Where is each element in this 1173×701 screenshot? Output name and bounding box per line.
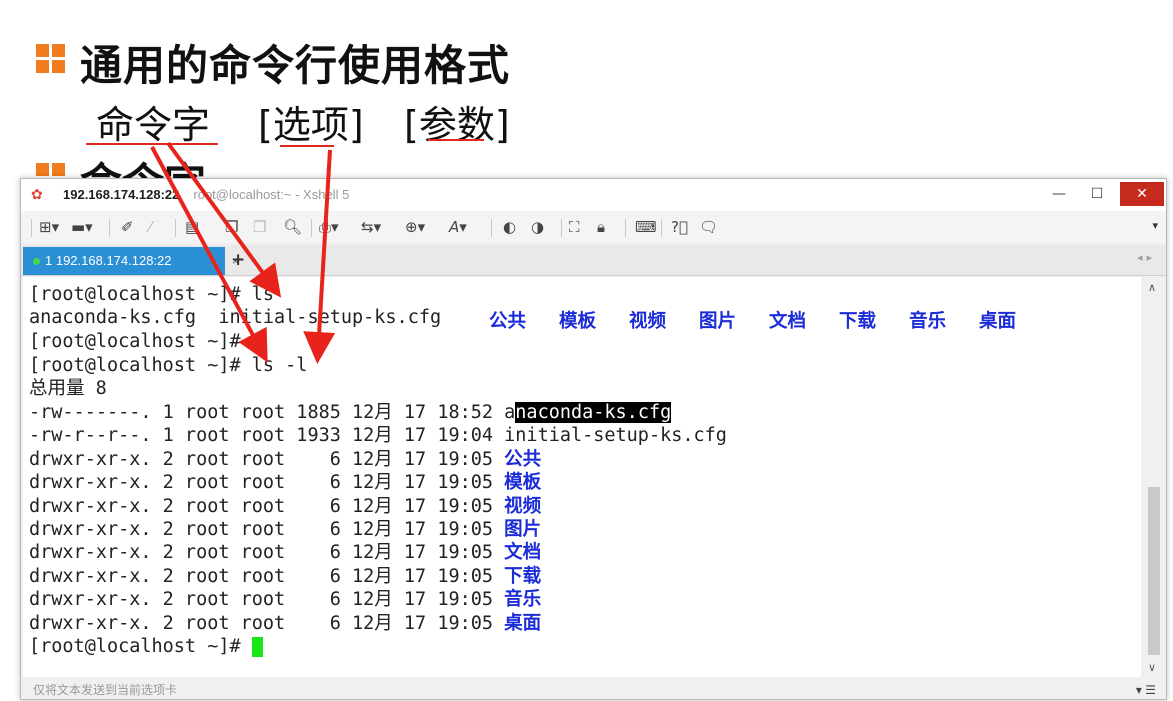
toolbar-separator <box>31 219 32 237</box>
command-underline <box>86 143 218 145</box>
maximize-button[interactable]: ☐ <box>1082 182 1112 206</box>
minimize-button[interactable]: — <box>1044 182 1074 206</box>
terminal-line: [root@localhost ~]# ls <box>29 284 275 305</box>
tab-label: 1 192.168.174.128:22 <box>45 253 172 268</box>
tab-scroll-arrows-icon[interactable]: ◂▸ <box>1137 251 1156 264</box>
selected-text: naconda-ks.cfg <box>515 402 672 423</box>
compose-bar[interactable]: 仅将文本发送到当前选项卡 ▾ ☰ <box>21 679 1166 699</box>
file-row: -rw-------. 1 root root 1885 12月 17 18:5… <box>29 402 672 423</box>
print-icon[interactable]: ⎙▾ <box>319 217 339 237</box>
scroll-up-icon[interactable]: ∧ <box>1148 281 1156 294</box>
globe-icon[interactable]: ⊕▾ <box>405 217 425 237</box>
terminal-prompt: [root@localhost ~]# <box>29 635 263 658</box>
toolbar-more-icon[interactable]: ▾ <box>1152 219 1158 232</box>
find-icon[interactable]: 🔍︎ <box>283 217 302 237</box>
close-button[interactable]: ✕ <box>1120 182 1164 206</box>
font-icon[interactable]: A▾ <box>449 217 467 237</box>
terminal-cursor <box>251 637 263 657</box>
syntax-command: 命令字 <box>96 103 211 147</box>
tab-bar: 1 192.168.174.128:22 × + ◂▸ <box>21 245 1166 276</box>
slide-title: 通用的命令行使用格式 <box>80 41 511 90</box>
toolbar-separator <box>625 219 626 237</box>
toolbar-separator <box>561 219 562 237</box>
options-underline <box>280 145 334 147</box>
params-underline <box>428 139 484 141</box>
help-icon[interactable]: ?⃝ <box>671 217 688 237</box>
connected-status-icon <box>33 258 40 265</box>
xshell-logo-icon: ✿ <box>31 187 43 203</box>
add-tab-button[interactable]: + <box>231 247 245 273</box>
terminal-line: 总用量 8 <box>29 378 107 399</box>
script-icon[interactable]: ◑ <box>531 217 544 237</box>
disconnect-icon[interactable]: ✐ <box>121 217 134 237</box>
chat-icon[interactable]: 🗨︎ <box>699 217 718 237</box>
file-row: -rw-r--r--. 1 root root 1933 12月 17 19:0… <box>29 425 727 446</box>
ls-dir-item: 图片 <box>699 311 737 332</box>
dir-row: drwxr-xr-x. 2 root root 6 12月 17 19:05 音… <box>29 589 542 610</box>
window-title-ip: 192.168.174.128:22 <box>63 187 180 202</box>
keyboard-icon[interactable]: ⌨ <box>635 217 657 237</box>
tab-session[interactable]: 1 192.168.174.128:22 × <box>23 247 239 275</box>
lock-icon[interactable]: 🔒︎ <box>597 217 605 237</box>
ls-dir-item: 桌面 <box>979 311 1017 332</box>
fullscreen-icon[interactable]: ⛶ <box>569 217 580 237</box>
scroll-thumb[interactable] <box>1148 487 1160 655</box>
paste-icon[interactable]: ❐ <box>253 217 266 237</box>
ls-files: anaconda-ks.cfg initial-setup-ks.cfg <box>29 307 442 328</box>
ls-dir-item: 公共 <box>489 311 527 332</box>
title-bar[interactable]: ✿ 192.168.174.128:22 root@localhost:~ - X… <box>21 179 1166 211</box>
dir-row: drwxr-xr-x. 2 root root 6 12月 17 19:05 下… <box>29 566 542 587</box>
terminal-output[interactable]: [root@localhost ~]# ls anaconda-ks.cfg i… <box>23 277 1141 677</box>
dir-row: drwxr-xr-x. 2 root root 6 12月 17 19:05 模… <box>29 472 542 493</box>
reconnect-icon[interactable]: ⁄ <box>149 217 152 237</box>
toolbar-separator <box>175 219 176 237</box>
terminal-line: anaconda-ks.cfg initial-setup-ks.cfg <box>29 306 441 329</box>
syntax-options: [选项] <box>258 103 364 147</box>
window-title-rest: root@localhost:~ - Xshell 5 <box>193 187 350 202</box>
dir-row: drwxr-xr-x. 2 root root 6 12月 17 19:05 桌… <box>29 613 542 634</box>
ls-dir-item: 视频 <box>629 311 667 332</box>
copy-icon[interactable]: ❐ <box>225 217 238 237</box>
window-title: 192.168.174.128:22 root@localhost:~ - Xsh… <box>63 187 349 202</box>
open-icon[interactable]: ▬▾ <box>71 217 93 237</box>
new-session-icon[interactable]: ⊞▾ <box>39 217 59 237</box>
toolbar-separator <box>491 219 492 237</box>
xftp-icon[interactable]: ◐ <box>503 217 516 237</box>
toolbar-separator <box>661 219 662 237</box>
xshell-window: ✿ 192.168.174.128:22 root@localhost:~ - X… <box>20 178 1167 700</box>
terminal-line: [root@localhost ~]# <box>29 331 241 352</box>
toolbar: ⊞▾ ▬▾ ✐ ⁄ ▤ ❐ ❐ 🔍︎ ⎙▾ ⇆▾ ⊕▾ A▾ ◐ ◑ ⛶ 🔒︎ … <box>21 211 1166 243</box>
transfer-icon[interactable]: ⇆▾ <box>361 217 381 237</box>
properties-icon[interactable]: ▤ <box>185 217 199 237</box>
toolbar-separator <box>311 219 312 237</box>
ls-dir-item: 下载 <box>839 311 877 332</box>
ls-dir-item: 文档 <box>769 311 807 332</box>
scroll-down-icon[interactable]: ∨ <box>1148 661 1156 674</box>
terminal-line: [root@localhost ~]# ls -l <box>29 355 308 376</box>
ls-dir-item: 音乐 <box>909 311 947 332</box>
dir-row: drwxr-xr-x. 2 root root 6 12月 17 19:05 公… <box>29 449 542 470</box>
dir-row: drwxr-xr-x. 2 root root 6 12月 17 19:05 文… <box>29 542 542 563</box>
terminal-scrollbar[interactable]: ∧ ∨ <box>1144 277 1164 677</box>
ls-dir-item: 模板 <box>559 311 597 332</box>
title-bullet-icon <box>36 44 66 74</box>
toolbar-separator <box>109 219 110 237</box>
dir-row: drwxr-xr-x. 2 root root 6 12月 17 19:05 视… <box>29 496 542 517</box>
dir-row: drwxr-xr-x. 2 root root 6 12月 17 19:05 图… <box>29 519 542 540</box>
